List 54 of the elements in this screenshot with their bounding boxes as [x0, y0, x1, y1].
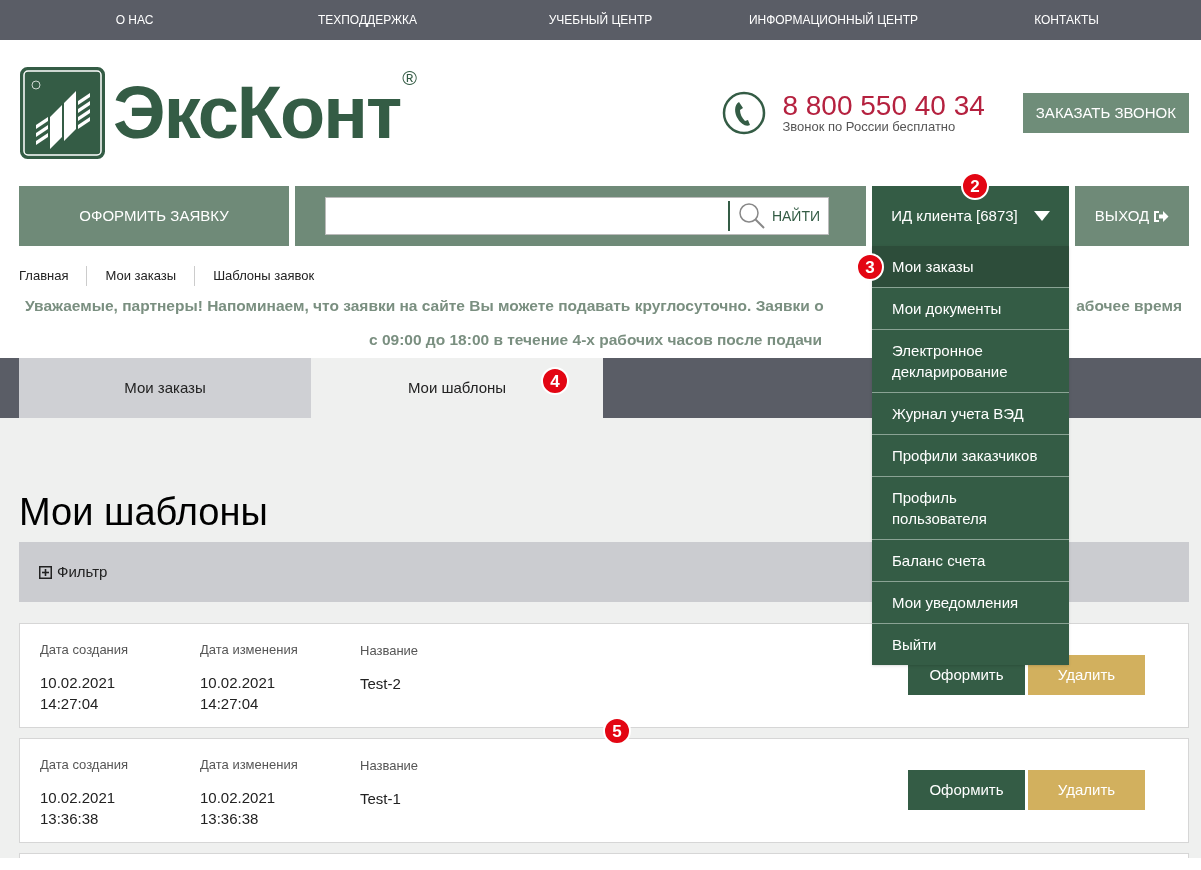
notice-text: с 09:00 до 18:00 в течение 4-х рабочих часов после подачи: [369, 330, 822, 350]
registered-mark: ®: [402, 68, 417, 88]
search-button[interactable]: НАЙТИ: [729, 198, 828, 234]
field-label: Дата изменения: [200, 641, 299, 659]
breadcrumb-link[interactable]: Главная: [19, 266, 87, 286]
plus-box-icon: [39, 565, 52, 579]
phone-note: Звонок по России бесплатно: [782, 120, 957, 134]
field-value: Test-1: [360, 788, 402, 809]
notice-text: абочее время: [1076, 296, 1182, 316]
submit-button[interactable]: Оформить: [908, 770, 1025, 810]
sign-out-icon: [1153, 209, 1170, 223]
order-button[interactable]: ОФОРМИТЬ ЗАЯВКУ: [19, 186, 289, 246]
breadcrumb-link[interactable]: Мои заказы: [86, 266, 195, 286]
phone-number[interactable]: 8 800 550 40 34: [782, 92, 985, 120]
dropdown-item[interactable]: Электронное декларирование: [872, 330, 1069, 393]
notice-text: Уважаемые, партнеры! Напоминаем, что заявки на сайте Вы можете подавать круглосуточно. Заявки о: [25, 296, 824, 316]
exit-button[interactable]: ВЫХОД: [1075, 186, 1189, 246]
top-menu-link[interactable]: О НАС: [115, 11, 154, 29]
search-icon: [737, 202, 766, 230]
logo-wordmark: ЭксКонт: [113, 76, 401, 150]
page-heading: Мои шаблоны: [19, 490, 268, 535]
field-label: Дата создания: [40, 641, 130, 659]
top-menu-link[interactable]: ТЕХПОДДЕРЖКА: [317, 11, 418, 29]
field-value: 14:27:04: [200, 693, 260, 714]
dropdown-item[interactable]: Баланс счета: [872, 540, 1069, 582]
field-value: 13:36:38: [200, 808, 260, 829]
field-label: Дата изменения: [200, 756, 299, 774]
field-value: 10.02.2021: [200, 672, 277, 693]
field-label: Название: [360, 757, 419, 775]
caret-icon: [1033, 211, 1050, 221]
field-value: 10.02.2021: [40, 672, 117, 693]
dropdown-item[interactable]: Профили заказчиков: [872, 435, 1069, 477]
tab[interactable]: Мои заказы: [19, 358, 311, 418]
breadcrumb-link[interactable]: Шаблоны заявок: [194, 266, 333, 286]
top-menu-link[interactable]: УЧЕБНЫЙ ЦЕНТР: [548, 11, 653, 29]
field-value: Test-2: [360, 673, 402, 694]
phone-icon: [722, 91, 767, 135]
dropdown-item[interactable]: Профиль пользователя: [872, 477, 1069, 540]
field-value: 10.02.2021: [40, 787, 117, 808]
dropdown-item[interactable]: Мои документы: [872, 288, 1069, 330]
field-value: 14:27:04: [40, 693, 100, 714]
logo-icon: [20, 67, 105, 159]
field-value: 10.02.2021: [200, 787, 277, 808]
field-label: Дата создания: [40, 756, 130, 774]
step-marker: 3: [856, 253, 884, 281]
field-value: 13:36:38: [40, 808, 100, 829]
dropdown-item[interactable]: Журнал учета ВЭД: [872, 393, 1069, 435]
top-menu-link[interactable]: ИНФОРМАЦИОННЫЙ ЦЕНТР: [748, 11, 919, 29]
callback-button[interactable]: ЗАКАЗАТЬ ЗВОНОК: [1022, 93, 1189, 133]
dropdown-item[interactable]: Мои уведомления: [872, 582, 1069, 624]
field-label: Название: [360, 642, 419, 660]
step-marker: 2: [961, 172, 989, 200]
top-menu-link[interactable]: КОНТАКТЫ: [1034, 11, 1099, 29]
search-field[interactable]: НАЙТИ: [325, 197, 829, 235]
